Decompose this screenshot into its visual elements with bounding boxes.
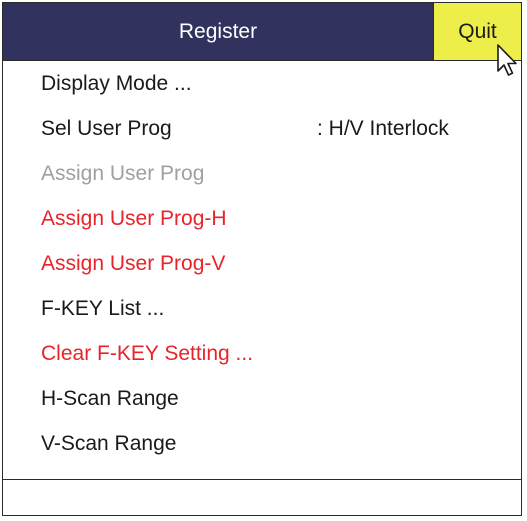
register-menu-window: Register Quit Display Mode ... Sel User … bbox=[2, 2, 522, 516]
menu-title: Register bbox=[178, 20, 258, 43]
menu-item-h-scan-range[interactable]: H-Scan Range bbox=[3, 376, 521, 421]
title-bar: Register Quit bbox=[3, 3, 521, 61]
menu-item-label: Display Mode ... bbox=[41, 72, 192, 95]
menu-item-label: V-Scan Range bbox=[41, 432, 177, 455]
menu-item-clear-f-key-setting[interactable]: Clear F-KEY Setting ... bbox=[3, 331, 521, 376]
menu-item-label: Assign User Prog bbox=[41, 162, 205, 185]
menu-item-assign-user-prog: Assign User Prog bbox=[3, 151, 521, 196]
menu-item-label: Assign User Prog-V bbox=[41, 252, 226, 275]
menu-item-assign-user-prog-v[interactable]: Assign User Prog-V bbox=[3, 241, 521, 286]
menu-item-v-scan-range[interactable]: V-Scan Range bbox=[3, 421, 521, 466]
menu-item-label: F-KEY List ... bbox=[41, 297, 165, 320]
menu-list: Display Mode ... Sel User Prog : H/V Int… bbox=[3, 61, 521, 466]
menu-item-display-mode[interactable]: Display Mode ... bbox=[3, 61, 521, 106]
menu-item-f-key-list[interactable]: F-KEY List ... bbox=[3, 286, 521, 331]
menu-item-sel-user-prog[interactable]: Sel User Prog : H/V Interlock bbox=[3, 106, 521, 151]
menu-item-label: Sel User Prog bbox=[41, 117, 172, 140]
quit-button[interactable]: Quit bbox=[433, 3, 521, 60]
status-bar bbox=[3, 479, 521, 515]
sel-user-prog-value: : H/V Interlock bbox=[317, 117, 449, 140]
menu-item-label: Assign User Prog-H bbox=[41, 207, 227, 230]
menu-item-assign-user-prog-h[interactable]: Assign User Prog-H bbox=[3, 196, 521, 241]
menu-item-label: H-Scan Range bbox=[41, 387, 179, 410]
menu-item-label: Clear F-KEY Setting ... bbox=[41, 342, 254, 365]
